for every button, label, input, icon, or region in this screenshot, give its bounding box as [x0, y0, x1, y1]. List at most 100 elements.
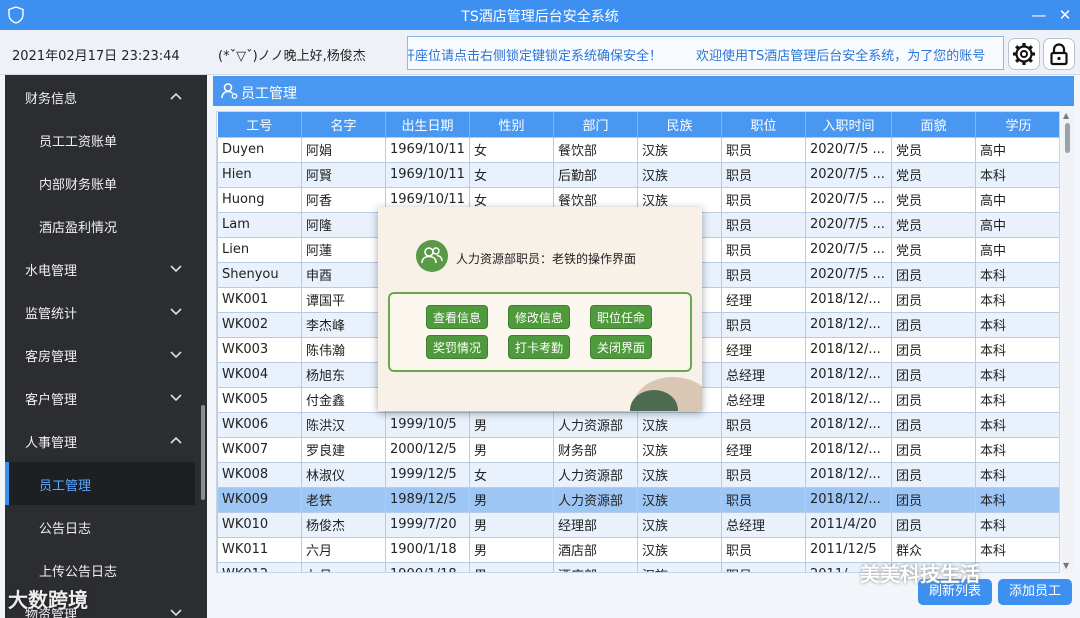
table-cell: 2011/4/20: [805, 511, 892, 538]
appoint-position-button[interactable]: 职位任命: [590, 305, 652, 329]
window-title: TS酒店管理后台安全系统: [461, 9, 619, 25]
table-header-row: 工号 名字 出生日期 性别 部门 民族 职位 入职时间 面貌 学历: [217, 112, 1059, 137]
column-header[interactable]: 民族: [637, 112, 722, 137]
sidebar-item-employees[interactable]: 员工管理: [5, 462, 195, 505]
table-cell: 经理部: [553, 511, 638, 538]
table-cell: 汉族: [637, 411, 722, 438]
column-header[interactable]: 出生日期: [385, 112, 470, 137]
column-header[interactable]: 部门: [553, 112, 638, 137]
table-cell: 团员: [891, 286, 976, 313]
sidebar-item-utilities[interactable]: 水电管理: [5, 247, 195, 290]
table-row[interactable]: WK007 罗良建 2000/12/5 男财务部 汉族 经理 2018/12/... 团员 本科: [217, 436, 1059, 463]
table-cell: 七月: [301, 561, 386, 572]
edit-info-button[interactable]: 修改信息: [508, 305, 570, 329]
table-cell: 汉族: [637, 511, 722, 538]
column-header[interactable]: 面貌: [891, 112, 976, 137]
sidebar-scrollbar[interactable]: [201, 405, 205, 500]
table-cell: 高中: [975, 236, 1059, 263]
table-row[interactable]: WK006 陈洪汉 1999/10/5 男人力资源部 汉族 职员 2018/12/... 团员…: [217, 411, 1059, 438]
table-cell: 1989/12/5: [385, 486, 470, 513]
column-header[interactable]: 工号: [217, 112, 302, 137]
table-cell: 党员: [891, 211, 976, 238]
column-header[interactable]: 名字: [301, 112, 386, 137]
table-cell: 付金鑫: [301, 386, 386, 413]
sidebar-item-hr[interactable]: 人事管理: [5, 419, 195, 462]
rewards-penalties-button[interactable]: 奖罚情况: [426, 335, 488, 359]
table-cell: WK006: [217, 411, 302, 438]
chevron-down-icon: [170, 351, 182, 359]
table-row[interactable]: WK009 老铁 1989/12/5 男人力资源部 汉族 职员 2018/12/... 团员本…: [217, 486, 1059, 513]
sidebar-item-monitoring[interactable]: 监管统计: [5, 290, 195, 333]
add-employee-button[interactable]: 添加员工: [998, 579, 1072, 605]
table-cell: 本科: [975, 161, 1059, 188]
scroll-up-icon[interactable]: ▲: [1063, 111, 1069, 120]
table-row[interactable]: WK010 杨俊杰 1999/7/20 男经理部 汉族 总经理 2011/4/20 团员 本科: [217, 511, 1059, 538]
table-cell: 团员: [891, 486, 976, 513]
table-cell: 老铁: [301, 486, 386, 513]
scroll-thumb[interactable]: [1065, 123, 1070, 153]
table-cell: 汉族: [637, 536, 722, 563]
table-cell: Lien: [217, 236, 302, 263]
close-dialog-button[interactable]: 关闭界面: [590, 335, 652, 359]
sidebar-item-label: 上传公告日志: [39, 565, 118, 580]
lock-button[interactable]: [1043, 38, 1075, 70]
sidebar-item-finance[interactable]: 财务信息: [5, 75, 195, 118]
table-cell: 职员: [721, 486, 806, 513]
table-cell: WK011: [217, 536, 302, 563]
table-cell: 男: [469, 436, 554, 463]
table-cell: 谭国平: [301, 286, 386, 313]
sidebar-item-profit[interactable]: 酒店盈利情况: [5, 204, 195, 247]
table-cell: 罗良建: [301, 436, 386, 463]
table-cell: 餐饮部: [553, 136, 638, 163]
greeting-text: (*ˇ▽ˇ)ノノ晚上好,杨俊杰: [218, 49, 366, 64]
column-header[interactable]: 职位: [721, 112, 806, 137]
table-cell: 本科: [975, 436, 1059, 463]
sidebar-item-label: 监管统计: [25, 307, 78, 322]
table-cell: 职员: [721, 461, 806, 488]
table-cell: 党员: [891, 161, 976, 188]
user-settings-icon: [221, 83, 238, 99]
table-cell: 本科: [975, 461, 1059, 488]
table-row[interactable]: WK008 林淑仪 1999/12/5 女人力资源部 汉族 职员 2018/12/... 团员…: [217, 461, 1059, 488]
sidebar-item-label: 员工管理: [39, 479, 92, 494]
table-cell: 本科: [975, 336, 1059, 363]
table-cell: 2018/12/...: [805, 411, 892, 438]
sidebar-item-rooms[interactable]: 客房管理: [5, 333, 195, 376]
view-info-button[interactable]: 查看信息: [426, 305, 488, 329]
table-cell: 总经理: [721, 386, 806, 413]
sidebar-item-announcements[interactable]: 公告日志: [5, 505, 195, 548]
sidebar-item-salary-bill[interactable]: 员工工资账单: [5, 118, 195, 161]
table-cell: WK003: [217, 336, 302, 363]
table-cell: 高中: [975, 136, 1059, 163]
minimize-icon[interactable]: —: [1028, 4, 1050, 26]
sidebar-item-label: 水电管理: [25, 264, 78, 279]
table-cell: 1969/10/11: [385, 161, 470, 188]
table-cell: 职员: [721, 536, 806, 563]
table-cell: 阿娟: [301, 136, 386, 163]
table-cell: 汉族: [637, 436, 722, 463]
close-icon[interactable]: ✕: [1054, 4, 1076, 26]
operation-dialog: 人力资源部职员：老铁的操作界面 查看信息 修改信息 职位任命 奖罚情况 打卡考勤…: [378, 207, 702, 411]
settings-button[interactable]: [1008, 38, 1040, 70]
sidebar-item-customers[interactable]: 客户管理: [5, 376, 195, 419]
scroll-down-icon[interactable]: ▼: [1063, 561, 1069, 570]
table-scrollbar[interactable]: ▲ ▼: [1062, 111, 1074, 573]
table-cell: 本科: [975, 261, 1059, 288]
table-cell: 人力资源部: [553, 411, 638, 438]
table-row[interactable]: Hien 阿賢 1969/10/11 女后勤部 汉族 职员 2020/7/5 ... 党员 本科: [217, 161, 1059, 188]
sidebar-item-internal-bill[interactable]: 内部财务账单: [5, 161, 195, 204]
table-cell: 2020/7/5 ...: [805, 211, 892, 238]
table-cell: 六月: [301, 536, 386, 563]
table-cell: 1900/1/18: [385, 536, 470, 563]
attendance-button[interactable]: 打卡考勤: [508, 335, 570, 359]
table-cell: 职员: [721, 411, 806, 438]
column-header[interactable]: 入职时间: [805, 112, 892, 137]
table-row[interactable]: Duyen 阿娟 1969/10/11 女餐饮部 汉族 职员 2020/7/5 ... 党员高…: [217, 136, 1059, 163]
table-cell: 职员: [721, 311, 806, 338]
column-header[interactable]: 学历: [975, 112, 1059, 137]
table-cell: WK002: [217, 311, 302, 338]
table-cell: 党员: [891, 236, 976, 263]
column-header[interactable]: 性别: [469, 112, 554, 137]
table-cell: 2020/7/5 ...: [805, 161, 892, 188]
table-cell: 杨旭东: [301, 361, 386, 388]
